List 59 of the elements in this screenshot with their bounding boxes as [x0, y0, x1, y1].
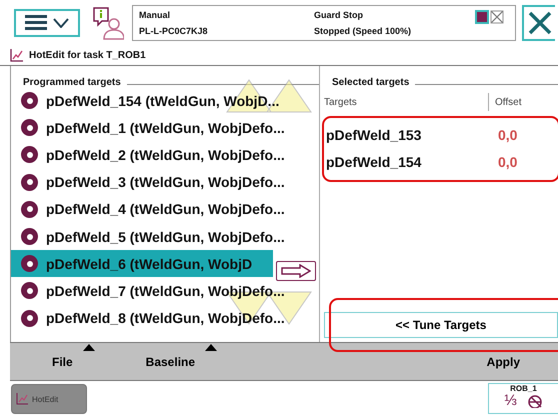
target-icon: [21, 92, 38, 110]
right-arrow-icon: [281, 264, 311, 278]
target-label: pDefWeld_1 (tWeldGun, WobjDefo...: [46, 120, 285, 136]
target-label: pDefWeld_3 (tWeldGun, WobjDefo...: [46, 174, 285, 190]
status-icons: [475, 10, 505, 24]
offset-cell: 0,0: [498, 154, 518, 170]
target-cell-text: pDefWeld_153: [326, 126, 422, 142]
caret-up-icon: [205, 344, 218, 350]
menu-button[interactable]: [14, 9, 80, 37]
column-header: Targets: [324, 96, 358, 108]
target-label: pDefWeld_7 (tWeldGun, WobjDefo...: [46, 282, 285, 299]
target-icon: [21, 119, 38, 136]
controller-name: PL-L-PC0C7KJ8: [139, 26, 209, 36]
chart-icon: [10, 49, 23, 62]
speed-status: Stopped (Speed 100%): [314, 26, 412, 36]
target-cell-text: pDefWeld_154: [326, 154, 422, 170]
close-button[interactable]: [522, 5, 555, 41]
controller-state: Guard Stop: [314, 10, 364, 20]
target-label: pDefWeld_5 (tWeldGun, WobjDefo...: [46, 228, 285, 245]
target-icon: [21, 255, 38, 272]
target-label: pDefWeld_2 (tWeldGun, WobjDefo...: [46, 146, 285, 163]
operating-mode: Manual: [139, 10, 172, 20]
target-icon: [21, 310, 38, 327]
target-icon: [21, 146, 38, 164]
target-list-item[interactable]: pDefWeld_4 (tWeldGun, WobjDefo...: [11, 196, 319, 223]
target-list-item[interactable]: pDefWeld_8 (tWeldGun, WobjDefo...: [11, 304, 319, 332]
menu-item[interactable]: Baseline: [146, 354, 196, 368]
chart-icon: [16, 393, 28, 405]
user-info-icon[interactable]: [92, 6, 124, 40]
target-icon: [21, 174, 38, 191]
apply-button[interactable]: Apply: [486, 354, 520, 368]
increment-label: ⅓: [504, 393, 517, 408]
target-list-item[interactable]: pDefWeld_5 (tWeldGun, WobjDefo...: [11, 222, 319, 250]
target-list-item[interactable]: pDefWeld_3 (tWeldGun, WobjDefo...: [11, 168, 319, 196]
robot-status-panel[interactable]: ROB_1 ⅓: [488, 383, 558, 414]
target-list-item[interactable]: pDefWeld_7 (tWeldGun, WobjDefo...: [11, 277, 319, 304]
offset-cell: 0,0: [498, 126, 518, 142]
target-icon: [21, 200, 38, 218]
chevron-down-icon: [53, 18, 69, 28]
add-target-button[interactable]: [276, 261, 316, 281]
target-label: pDefWeld_154 (tWeldGun, WobjD...: [46, 92, 280, 109]
taskbar-app-button[interactable]: HotEdit: [11, 384, 87, 414]
target-label: pDefWeld_6 (tWeldGun, WobjD: [46, 256, 252, 272]
target-list-item[interactable]: pDefWeld_1 (tWeldGun, WobjDefo...: [11, 114, 319, 142]
target-label: pDefWeld_4 (tWeldGun, WobjDefo...: [46, 201, 285, 218]
target-list-item[interactable]: pDefWeld_6 (tWeldGun, WobjD: [11, 250, 273, 278]
target-label: pDefWeld_8 (tWeldGun, WobjDefo...: [46, 310, 285, 326]
scroll-up-icon[interactable]: [225, 78, 313, 114]
target-list-item[interactable]: pDefWeld_2 (tWeldGun, WobjDefo...: [11, 141, 319, 169]
tune-targets-button[interactable]: << Tune Targets: [324, 312, 558, 338]
robot-name: ROB_1: [510, 384, 537, 393]
close-icon: [528, 11, 552, 35]
target-icon: [21, 282, 38, 300]
caret-up-icon: [82, 344, 95, 350]
menu-item[interactable]: File: [52, 354, 73, 368]
column-header: Offset: [488, 93, 522, 111]
window-title: HotEdit for task T_ROB1: [29, 50, 146, 61]
target-icon: [21, 228, 38, 246]
menu-icon: [25, 15, 47, 31]
